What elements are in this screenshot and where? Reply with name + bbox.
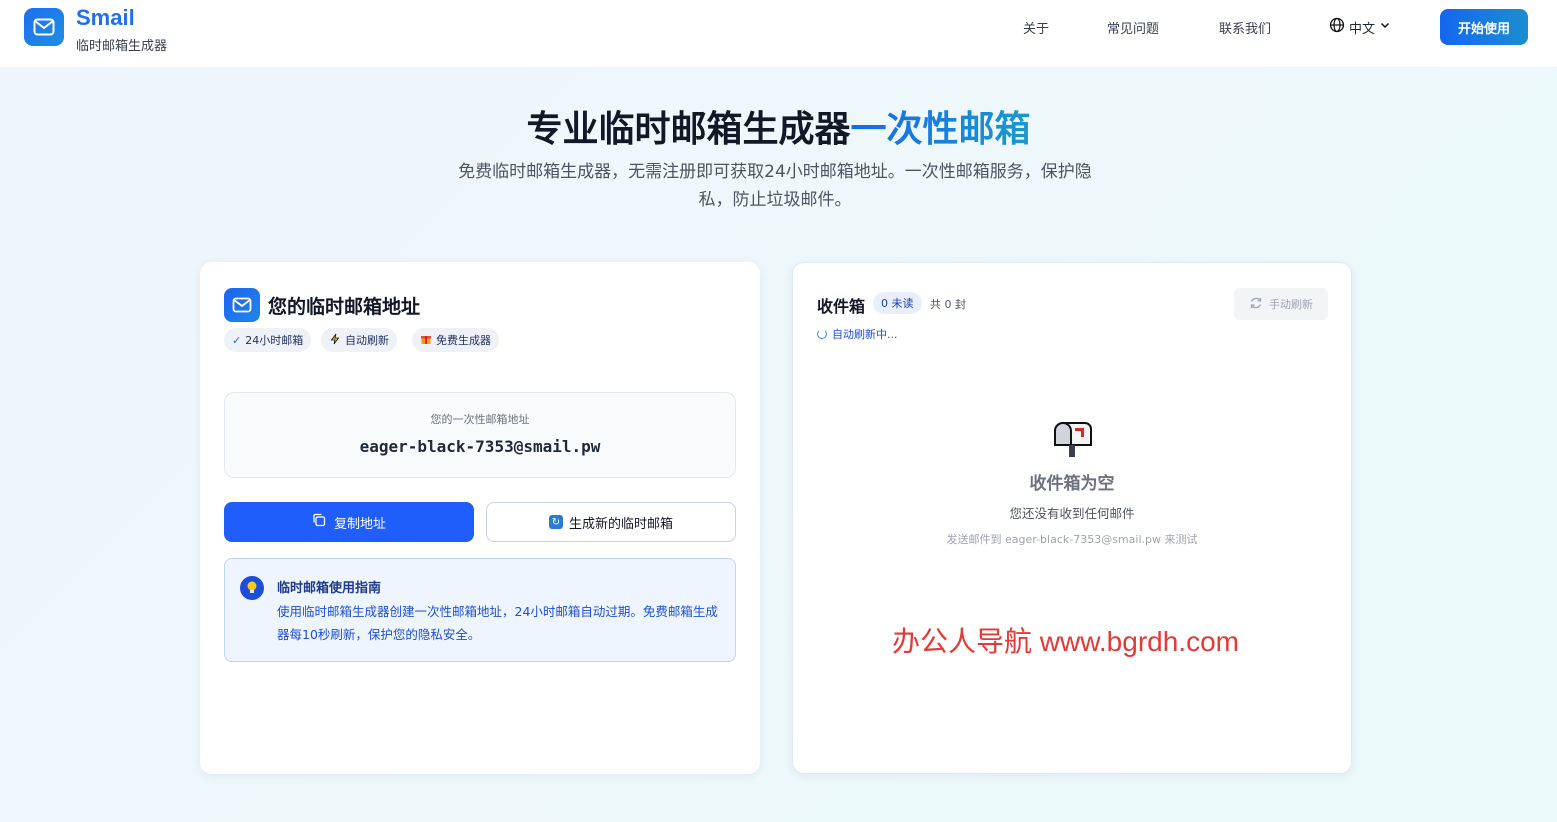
start-button[interactable]: 开始使用 (1440, 9, 1528, 45)
globe-icon (1329, 17, 1345, 37)
watermark-text: 办公人导航 www.bgrdh.com (892, 626, 1239, 657)
inbox-title: 收件箱 (817, 297, 866, 316)
guide-text: 使用临时邮箱生成器创建一次性邮箱地址，24小时邮箱自动过期。免费邮箱生成器每10… (277, 604, 718, 642)
language-selector[interactable]: 中文 (1329, 17, 1391, 37)
usage-guide: 临时邮箱使用指南 使用临时邮箱生成器创建一次性邮箱地址，24小时邮箱自动过期。免… (224, 558, 736, 662)
address-card-title: 您的临时邮箱地址 (268, 296, 421, 318)
empty-hint: 发送邮件到 eager-black-7353@smail.pw 来测试 (946, 533, 1198, 546)
generate-new-button[interactable]: ↻ 生成新的临时邮箱 (486, 502, 736, 542)
address-card: 您的临时邮箱地址 ✓ 24小时邮箱 自动刷新 免费生成器 您的一次性邮箱地址 e… (200, 262, 760, 774)
language-label: 中文 (1349, 21, 1376, 37)
nav-about[interactable]: 关于 (1023, 18, 1049, 37)
mail-icon (224, 288, 260, 322)
copy-icon (312, 513, 326, 531)
brand-name[interactable]: Smail (76, 5, 135, 31)
nav-contact[interactable]: 联系我们 (1219, 18, 1271, 37)
hero-description: 免费临时邮箱生成器，无需注册即可获取24小时邮箱地址。一次性邮箱服务，保护隐 私… (430, 158, 1120, 214)
tag-24h: ✓ 24小时邮箱 (224, 328, 312, 352)
guide-title: 临时邮箱使用指南 (277, 581, 382, 596)
tag-label: 24小时邮箱 (245, 334, 304, 347)
spinner-icon (817, 329, 827, 339)
mailbox-icon (1051, 415, 1095, 459)
brand-subtitle: 临时邮箱生成器 (76, 39, 168, 54)
auto-refresh-label: 自动刷新中... (832, 328, 898, 341)
refresh-icon (1249, 296, 1263, 313)
auto-refresh-status: 自动刷新中... (817, 326, 898, 342)
chevron-down-icon (1379, 19, 1391, 35)
unread-badge: 0 未读 (873, 292, 922, 314)
lightbulb-icon (240, 576, 264, 600)
copy-button-label: 复制地址 (333, 516, 386, 532)
hero-title-main: 专业临时邮箱生成器 (526, 109, 851, 150)
tag-free: 免费生成器 (412, 328, 499, 352)
new-button-label: 生成新的临时邮箱 (568, 516, 673, 532)
top-header: Smail 临时邮箱生成器 关于 常见问题 联系我们 中文 开始使用 (0, 0, 1557, 68)
hero-title-accent: 一次性邮箱 (850, 109, 1031, 150)
nav-faq[interactable]: 常见问题 (1107, 18, 1159, 37)
tag-label: 自动刷新 (345, 334, 389, 347)
email-address[interactable]: eager-black-7353@smail.pw (225, 437, 735, 456)
inbox-card: 收件箱 0 未读 共 0 封 手动刷新 自动刷新中... 收件箱为空 您还没有收… (792, 262, 1352, 774)
manual-refresh-button[interactable]: 手动刷新 (1234, 288, 1328, 320)
tag-auto-refresh: 自动刷新 (321, 328, 397, 352)
empty-title: 收件箱为空 (1029, 474, 1115, 494)
logo-mail-icon[interactable] (24, 8, 64, 46)
refresh-icon: ↻ (548, 515, 563, 529)
hero-desc-line1: 免费临时邮箱生成器，无需注册即可获取24小时邮箱地址。一次性邮箱服务，保护隐 (458, 162, 1092, 182)
copy-address-button[interactable]: 复制地址 (224, 502, 474, 542)
lightning-icon (329, 333, 341, 348)
empty-subtitle: 您还没有收到任何邮件 (1009, 506, 1135, 521)
tag-label: 免费生成器 (436, 334, 491, 347)
check-icon: ✓ (232, 333, 242, 347)
manual-refresh-label: 手动刷新 (1269, 298, 1313, 311)
hero-title: 专业临时邮箱生成器一次性邮箱 (0, 100, 1557, 152)
hero-desc-line2: 私，防止垃圾邮件。 (698, 190, 852, 210)
gift-icon (420, 333, 432, 348)
address-label: 您的一次性邮箱地址 (430, 413, 530, 426)
total-count: 共 0 封 (930, 298, 966, 311)
address-display: 您的一次性邮箱地址 eager-black-7353@smail.pw (224, 392, 736, 478)
